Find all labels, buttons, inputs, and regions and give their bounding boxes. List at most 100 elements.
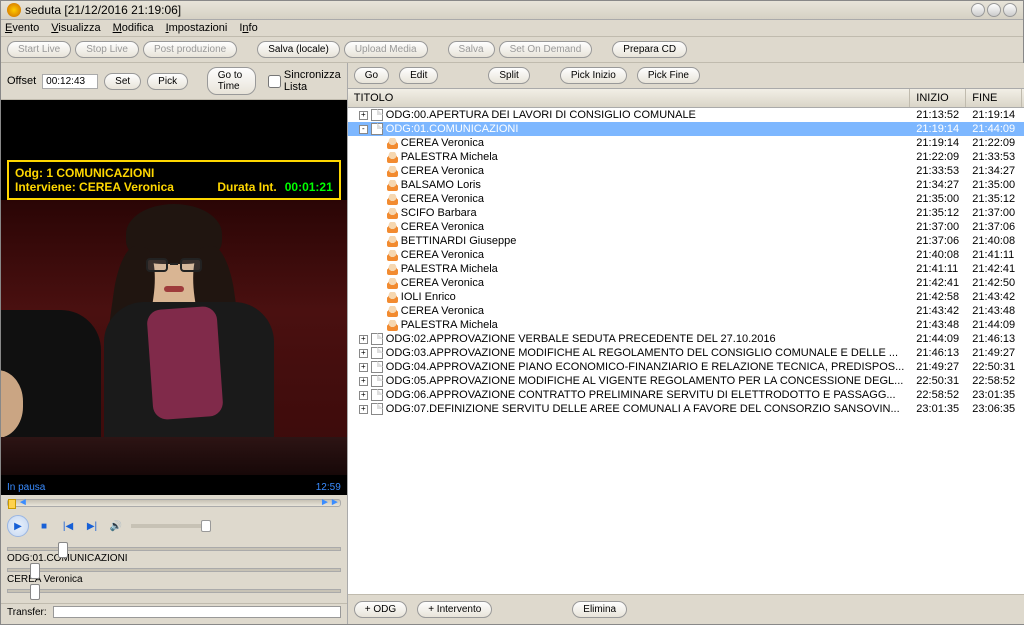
menu-impostazioni[interactable]: Impostazioni xyxy=(166,22,228,34)
person-icon xyxy=(387,180,398,191)
expand-toggle[interactable]: + xyxy=(359,111,368,120)
tree-row-odg[interactable]: +ODG:07.DEFINIZIONE SERVITU DELLE AREE C… xyxy=(348,402,1024,416)
split-button[interactable]: Split xyxy=(488,67,529,84)
stop-button[interactable]: ■ xyxy=(35,517,53,535)
tree-row-speaker[interactable]: PALESTRA Michela21:43:4821:44:09 xyxy=(348,318,1024,332)
transfer-progress xyxy=(53,606,341,618)
odg-slider[interactable] xyxy=(7,547,341,551)
document-icon xyxy=(371,347,383,359)
tree-row-speaker[interactable]: CEREA Veronica21:35:0021:35:12 xyxy=(348,192,1024,206)
row-inizio: 21:35:12 xyxy=(910,207,966,219)
tree-row-speaker[interactable]: CEREA Veronica21:42:4121:42:50 xyxy=(348,276,1024,290)
go-button[interactable]: Go xyxy=(354,67,389,84)
menu-info[interactable]: Info xyxy=(239,22,257,34)
add-intervento-button[interactable]: + Intervento xyxy=(417,601,492,618)
seek-bar[interactable]: ◄◄ ►► xyxy=(7,499,341,507)
tree-row-speaker[interactable]: PALESTRA Michela21:22:0921:33:53 xyxy=(348,150,1024,164)
pick-button[interactable]: Pick xyxy=(147,73,188,90)
seek-forward-icon[interactable]: ►► xyxy=(320,497,340,508)
document-icon xyxy=(371,109,383,121)
extra-slider[interactable] xyxy=(7,589,341,593)
volume-icon[interactable]: 🔊 xyxy=(107,517,125,535)
pick-fine-button[interactable]: Pick Fine xyxy=(637,67,700,84)
expand-toggle[interactable]: + xyxy=(359,363,368,372)
row-title: SCIFO Barbara xyxy=(401,207,477,219)
start-live-button[interactable]: Start Live xyxy=(7,41,71,58)
expand-toggle[interactable]: + xyxy=(359,377,368,386)
expand-toggle[interactable]: + xyxy=(359,405,368,414)
sincronizza-checkbox[interactable] xyxy=(268,75,281,88)
menu-visualizza[interactable]: Visualizza xyxy=(51,22,100,34)
tree-row-speaker[interactable]: PALESTRA Michela21:41:1121:42:41 xyxy=(348,262,1024,276)
prepara-cd-button[interactable]: Prepara CD xyxy=(612,41,687,58)
stop-live-button[interactable]: Stop Live xyxy=(75,41,139,58)
row-fine: 22:58:52 xyxy=(966,375,1022,387)
maximize-button[interactable] xyxy=(987,3,1001,17)
expand-toggle[interactable]: + xyxy=(359,349,368,358)
tree-row-speaker[interactable]: CEREA Veronica21:19:1421:22:09 xyxy=(348,136,1024,150)
set-button[interactable]: Set xyxy=(104,73,141,90)
row-inizio: 21:46:13 xyxy=(910,347,966,359)
tree-row-speaker[interactable]: CEREA Veronica21:43:4221:43:48 xyxy=(348,304,1024,318)
row-fine: 21:35:00 xyxy=(966,179,1022,191)
tree-row-odg[interactable]: -ODG:01.COMUNICAZIONI21:19:1421:44:091 xyxy=(348,122,1024,136)
tree-table[interactable]: TITOLO INIZIO FINE ODG +ODG:00.APERTURA … xyxy=(348,88,1024,594)
add-odg-button[interactable]: + ODG xyxy=(354,601,407,618)
row-title: BALSAMO Loris xyxy=(401,179,481,191)
person-icon xyxy=(387,264,398,275)
expand-toggle[interactable]: + xyxy=(359,391,368,400)
close-button[interactable] xyxy=(1003,3,1017,17)
edit-button[interactable]: Edit xyxy=(399,67,438,84)
next-button[interactable]: ▶| xyxy=(83,517,101,535)
menu-evento[interactable]: Evento xyxy=(5,22,39,34)
row-fine: 21:41:11 xyxy=(966,249,1022,261)
right-bottom-bar: + ODG + Intervento Elimina xyxy=(348,594,1024,624)
salva-locale-button[interactable]: Salva (locale) xyxy=(257,41,340,58)
row-fine: 21:33:53 xyxy=(966,151,1022,163)
col-inizio[interactable]: INIZIO xyxy=(910,89,966,107)
row-inizio: 21:49:27 xyxy=(910,361,966,373)
volume-slider[interactable] xyxy=(131,524,211,528)
tree-row-odg[interactable]: +ODG:02.APPROVAZIONE VERBALE SEDUTA PREC… xyxy=(348,332,1024,346)
row-title: CEREA Veronica xyxy=(401,137,484,149)
col-fine[interactable]: FINE xyxy=(966,89,1022,107)
menu-modifica[interactable]: Modifica xyxy=(113,22,154,34)
overlay-odg-line: Odg: 1 COMUNICAZIONI xyxy=(15,166,333,180)
post-produzione-button[interactable]: Post produzione xyxy=(143,41,237,58)
set-on-demand-button[interactable]: Set On Demand xyxy=(499,41,593,58)
tree-row-odg[interactable]: +ODG:04.APPROVAZIONE PIANO ECONOMICO-FIN… xyxy=(348,360,1024,374)
upload-media-button[interactable]: Upload Media xyxy=(344,41,428,58)
tree-row-speaker[interactable]: BETTINARDI Giuseppe21:37:0621:40:08 xyxy=(348,234,1024,248)
expand-toggle[interactable]: - xyxy=(359,125,368,134)
tree-row-speaker[interactable]: IOLI Enrico21:42:5821:43:42 xyxy=(348,290,1024,304)
tree-row-speaker[interactable]: CEREA Veronica21:33:5321:34:27 xyxy=(348,164,1024,178)
offset-input[interactable] xyxy=(42,74,98,89)
app-icon xyxy=(7,3,21,17)
salva-button[interactable]: Salva xyxy=(448,41,495,58)
elimina-button[interactable]: Elimina xyxy=(572,601,627,618)
prev-button[interactable]: |◀ xyxy=(59,517,77,535)
person-icon xyxy=(387,236,398,247)
col-titolo[interactable]: TITOLO xyxy=(348,89,911,107)
tree-row-speaker[interactable]: SCIFO Barbara21:35:1221:37:00 xyxy=(348,206,1024,220)
play-button[interactable]: ▶ xyxy=(7,515,29,537)
minimize-button[interactable] xyxy=(971,3,985,17)
tree-row-speaker[interactable]: CEREA Veronica21:40:0821:41:11 xyxy=(348,248,1024,262)
pick-inizio-button[interactable]: Pick Inizio xyxy=(560,67,627,84)
tree-row-odg[interactable]: +ODG:05.APPROVAZIONE MODIFICHE AL VIGENT… xyxy=(348,374,1024,388)
tree-row-speaker[interactable]: CEREA Veronica21:37:0021:37:06 xyxy=(348,220,1024,234)
tree-row-odg[interactable]: +ODG:06.APPROVAZIONE CONTRATTO PRELIMINA… xyxy=(348,388,1024,402)
speaker-slider[interactable] xyxy=(7,568,341,572)
row-inizio: 21:34:27 xyxy=(910,179,966,191)
tree-row-odg[interactable]: +ODG:03.APPROVAZIONE MODIFICHE AL REGOLA… xyxy=(348,346,1024,360)
row-inizio: 21:19:14 xyxy=(910,137,966,149)
row-inizio: 21:42:41 xyxy=(910,277,966,289)
tree-row-speaker[interactable]: BALSAMO Loris 21:34:2721:35:00 xyxy=(348,178,1024,192)
row-title: IOLI Enrico xyxy=(401,291,456,303)
tree-row-odg[interactable]: +ODG:00.APERTURA DEI LAVORI DI CONSIGLIO… xyxy=(348,108,1024,122)
person-icon xyxy=(387,278,398,289)
expand-toggle[interactable]: + xyxy=(359,335,368,344)
go-to-time-button[interactable]: Go to Time xyxy=(207,67,256,95)
seek-thumb[interactable] xyxy=(8,499,16,509)
video-status-right: 12:59 xyxy=(316,482,341,493)
